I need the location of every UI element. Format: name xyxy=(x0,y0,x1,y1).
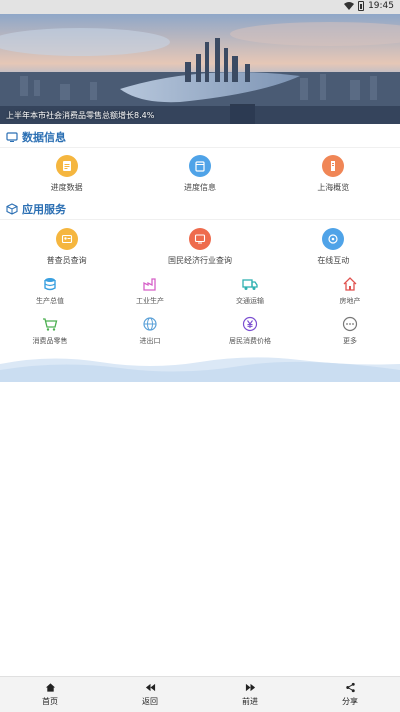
data-item-shanghai-overview[interactable]: 上海概览 xyxy=(267,155,400,193)
yuan-icon xyxy=(242,316,258,332)
tab-back[interactable]: 返回 xyxy=(100,677,200,712)
service-more[interactable]: 更多 xyxy=(300,316,400,346)
tab-label: 分享 xyxy=(342,697,358,706)
building-icon xyxy=(322,155,345,177)
data-items-row: 进度数据 进度信息 上海概览 xyxy=(0,155,400,193)
data-item-progress-data[interactable]: 进度数据 xyxy=(0,155,133,193)
service-label: 普查员查询 xyxy=(46,256,87,265)
service-transportation[interactable]: 交通运输 xyxy=(200,276,300,306)
service-label: 生产总值 xyxy=(36,297,64,305)
tab-label: 前进 xyxy=(242,697,258,706)
service-industrial-production[interactable]: 工业生产 xyxy=(100,276,200,306)
data-item-label: 进度数据 xyxy=(50,183,83,192)
rewind-icon xyxy=(145,683,155,692)
data-item-progress-info[interactable]: 进度信息 xyxy=(133,155,266,193)
data-item-label: 进度信息 xyxy=(183,183,216,192)
service-label: 房地产 xyxy=(339,297,361,305)
tab-label: 首页 xyxy=(42,697,58,706)
database-icon xyxy=(44,278,56,291)
share-icon xyxy=(345,682,355,693)
service-label: 国民经济行业查询 xyxy=(167,256,232,265)
truck-icon xyxy=(242,279,258,290)
home-icon xyxy=(45,683,55,692)
service-label: 在线互动 xyxy=(317,256,350,265)
service-section-title: 应用服务 xyxy=(22,202,66,216)
service-census-taker-query[interactable]: 普查员查询 xyxy=(0,228,133,266)
battery-icon xyxy=(358,1,365,11)
tab-forward[interactable]: 前进 xyxy=(200,677,300,712)
data-section-header: 数据信息 xyxy=(0,126,400,148)
house-icon xyxy=(343,277,357,291)
service-gdp[interactable]: 生产总值 xyxy=(0,276,100,306)
tab-label: 返回 xyxy=(142,697,158,706)
status-bar: 19:45 xyxy=(0,0,400,14)
service-label: 居民消费价格 xyxy=(229,337,271,345)
more-icon xyxy=(342,316,358,332)
service-label: 交通运输 xyxy=(236,297,264,305)
id-card-icon xyxy=(55,228,78,250)
service-label: 进出口 xyxy=(139,337,161,345)
service-import-export[interactable]: 进出口 xyxy=(100,316,200,346)
service-retail-sales[interactable]: 消费品零售 xyxy=(0,316,100,346)
decorative-wave xyxy=(0,357,400,382)
service-primary-row: 普查员查询 国民经济行业查询 在线互动 xyxy=(0,228,400,266)
globe-icon xyxy=(143,317,157,331)
bottom-tab-bar: 首页 返回 前进 分享 xyxy=(0,676,400,712)
forward-icon xyxy=(245,683,255,692)
document-icon xyxy=(55,155,78,177)
hero-banner[interactable]: 上半年本市社会消费品零售总额增长8.4% xyxy=(0,14,400,124)
service-real-estate[interactable]: 房地产 xyxy=(300,276,400,306)
service-industry-query[interactable]: 国民经济行业查询 xyxy=(133,228,266,266)
service-label: 消费品零售 xyxy=(32,337,68,345)
data-item-label: 上海概览 xyxy=(317,183,350,192)
cube-icon xyxy=(6,202,18,215)
service-label: 工业生产 xyxy=(136,297,164,305)
monitor-icon xyxy=(188,228,211,250)
status-time: 19:45 xyxy=(368,1,394,11)
banner-caption: 上半年本市社会消费品零售总额增长8.4% xyxy=(6,111,155,120)
factory-icon xyxy=(143,278,156,291)
service-cpi[interactable]: 居民消费价格 xyxy=(200,316,300,346)
chat-icon xyxy=(322,228,345,250)
service-label: 更多 xyxy=(343,337,357,345)
tab-share[interactable]: 分享 xyxy=(300,677,400,712)
data-section-title: 数据信息 xyxy=(22,130,66,144)
cart-icon xyxy=(43,318,58,331)
service-row-1: 生产总值 工业生产 交通运输 房地产 xyxy=(0,276,400,306)
service-section-header: 应用服务 xyxy=(0,198,400,220)
service-online-interaction[interactable]: 在线互动 xyxy=(267,228,400,266)
monitor-icon xyxy=(6,131,18,142)
city-skyline-image xyxy=(0,14,400,124)
wifi-icon xyxy=(344,2,355,10)
tab-home[interactable]: 首页 xyxy=(0,677,100,712)
service-row-2: 消费品零售 进出口 居民消费价格 更多 xyxy=(0,316,400,346)
calendar-icon xyxy=(188,155,211,177)
